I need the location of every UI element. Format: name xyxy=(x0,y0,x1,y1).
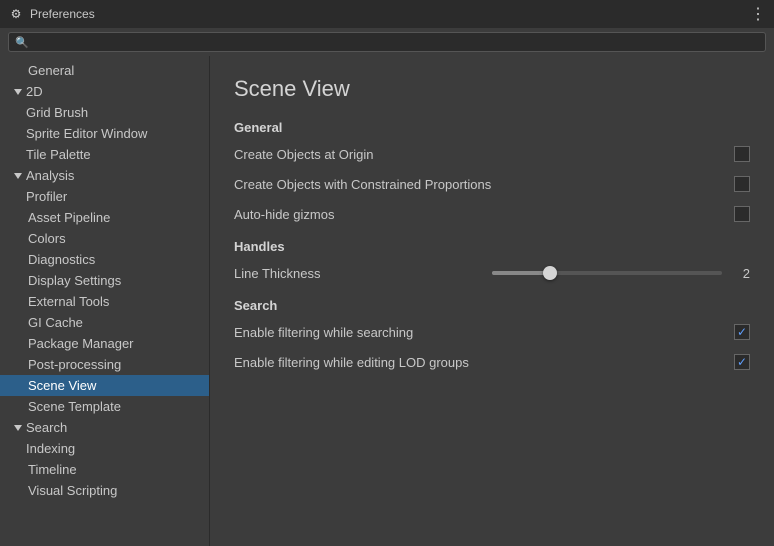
sidebar-item-label: Profiler xyxy=(26,189,67,204)
sidebar-item-timeline[interactable]: Timeline xyxy=(0,459,209,480)
slider-value-line-thickness: 2 xyxy=(730,266,750,281)
title-bar: ⚙ Preferences ⋮ xyxy=(0,0,774,28)
search-input[interactable] xyxy=(33,35,759,49)
setting-row-enable-filtering-searching: Enable filtering while searching xyxy=(234,321,750,343)
setting-label-line-thickness: Line Thickness xyxy=(234,266,492,281)
checkbox-constrained-proportions[interactable] xyxy=(734,176,750,192)
setting-row-constrained-proportions: Create Objects with Constrained Proporti… xyxy=(234,173,750,195)
sidebar-item-profiler[interactable]: Profiler xyxy=(0,186,209,207)
sidebar-item-scene-template[interactable]: Scene Template xyxy=(0,396,209,417)
sidebar-item-label: Display Settings xyxy=(28,273,121,288)
sidebar-item-label: Search xyxy=(26,420,67,435)
sidebar-item-scene-view[interactable]: Scene View xyxy=(0,375,209,396)
sidebar-item-label: Visual Scripting xyxy=(28,483,117,498)
sidebar-item-label: Package Manager xyxy=(28,336,134,351)
sidebar-item-label: Sprite Editor Window xyxy=(26,126,147,141)
sidebar-item-visual-scripting[interactable]: Visual Scripting xyxy=(0,480,209,501)
triangle-icon xyxy=(14,89,22,95)
sidebar-item-2d[interactable]: 2D xyxy=(0,81,209,102)
main-area: General 2D Grid Brush Sprite Editor Window T… xyxy=(0,56,774,546)
sidebar-item-label: GI Cache xyxy=(28,315,83,330)
preferences-icon: ⚙ xyxy=(8,6,24,22)
sidebar-item-display-settings[interactable]: Display Settings xyxy=(0,270,209,291)
search-input-wrap[interactable]: 🔍 xyxy=(8,32,766,52)
sidebar-item-post-processing[interactable]: Post-processing xyxy=(0,354,209,375)
checkbox-auto-hide-gizmos[interactable] xyxy=(734,206,750,222)
search-icon: 🔍 xyxy=(15,36,29,49)
section-label-handles: Handles xyxy=(234,239,750,254)
content-panel: Scene View General Create Objects at Orig… xyxy=(210,56,774,546)
sidebar-item-diagnostics[interactable]: Diagnostics xyxy=(0,249,209,270)
slider-thumb-line-thickness[interactable] xyxy=(543,266,557,280)
search-bar: 🔍 xyxy=(0,28,774,56)
slider-fill-line-thickness xyxy=(492,271,550,275)
sidebar-item-asset-pipeline[interactable]: Asset Pipeline xyxy=(0,207,209,228)
section-label-general: General xyxy=(234,120,750,135)
sidebar-item-grid-brush[interactable]: Grid Brush xyxy=(0,102,209,123)
sidebar-item-label: Timeline xyxy=(28,462,77,477)
setting-row-create-at-origin: Create Objects at Origin xyxy=(234,143,750,165)
setting-label-constrained-proportions: Create Objects with Constrained Proporti… xyxy=(234,177,734,192)
sidebar-item-label: Scene Template xyxy=(28,399,121,414)
slider-track-line-thickness[interactable] xyxy=(492,271,722,275)
sidebar-item-search[interactable]: Search xyxy=(0,417,209,438)
sidebar-item-label: Tile Palette xyxy=(26,147,91,162)
setting-row-auto-hide-gizmos: Auto-hide gizmos xyxy=(234,203,750,225)
sidebar-item-label: Post-processing xyxy=(28,357,121,372)
sidebar-item-label: Analysis xyxy=(26,168,74,183)
slider-wrap-line-thickness: 2 xyxy=(492,266,750,281)
sidebar-item-indexing[interactable]: Indexing xyxy=(0,438,209,459)
setting-label-auto-hide-gizmos: Auto-hide gizmos xyxy=(234,207,734,222)
sidebar-item-label: External Tools xyxy=(28,294,109,309)
sidebar-item-label: Scene View xyxy=(28,378,96,393)
sidebar-item-label: Grid Brush xyxy=(26,105,88,120)
checkbox-enable-filtering-searching[interactable] xyxy=(734,324,750,340)
window-title: Preferences xyxy=(30,7,750,21)
sidebar-item-label: 2D xyxy=(26,84,43,99)
sidebar-item-label: Colors xyxy=(28,231,66,246)
setting-row-enable-filtering-lod: Enable filtering while editing LOD group… xyxy=(234,351,750,373)
sidebar-item-general[interactable]: General xyxy=(0,60,209,81)
menu-button[interactable]: ⋮ xyxy=(750,4,766,24)
sidebar-item-package-manager[interactable]: Package Manager xyxy=(0,333,209,354)
sidebar-item-label: Asset Pipeline xyxy=(28,210,110,225)
sidebar-item-colors[interactable]: Colors xyxy=(0,228,209,249)
sidebar-item-tile-palette[interactable]: Tile Palette xyxy=(0,144,209,165)
triangle-icon xyxy=(14,425,22,431)
sidebar-item-label: General xyxy=(28,63,74,78)
section-label-search: Search xyxy=(234,298,750,313)
sidebar-item-gi-cache[interactable]: GI Cache xyxy=(0,312,209,333)
sidebar: General 2D Grid Brush Sprite Editor Window T… xyxy=(0,56,210,546)
setting-label-create-at-origin: Create Objects at Origin xyxy=(234,147,734,162)
page-title: Scene View xyxy=(234,76,750,102)
setting-label-enable-filtering-searching: Enable filtering while searching xyxy=(234,325,734,340)
sidebar-item-label: Diagnostics xyxy=(28,252,95,267)
setting-label-enable-filtering-lod: Enable filtering while editing LOD group… xyxy=(234,355,734,370)
sidebar-item-label: Indexing xyxy=(26,441,75,456)
sidebar-item-external-tools[interactable]: External Tools xyxy=(0,291,209,312)
triangle-icon xyxy=(14,173,22,179)
checkbox-create-at-origin[interactable] xyxy=(734,146,750,162)
sidebar-item-sprite-editor-window[interactable]: Sprite Editor Window xyxy=(0,123,209,144)
checkbox-enable-filtering-lod[interactable] xyxy=(734,354,750,370)
setting-row-line-thickness: Line Thickness 2 xyxy=(234,262,750,284)
sidebar-item-analysis[interactable]: Analysis xyxy=(0,165,209,186)
